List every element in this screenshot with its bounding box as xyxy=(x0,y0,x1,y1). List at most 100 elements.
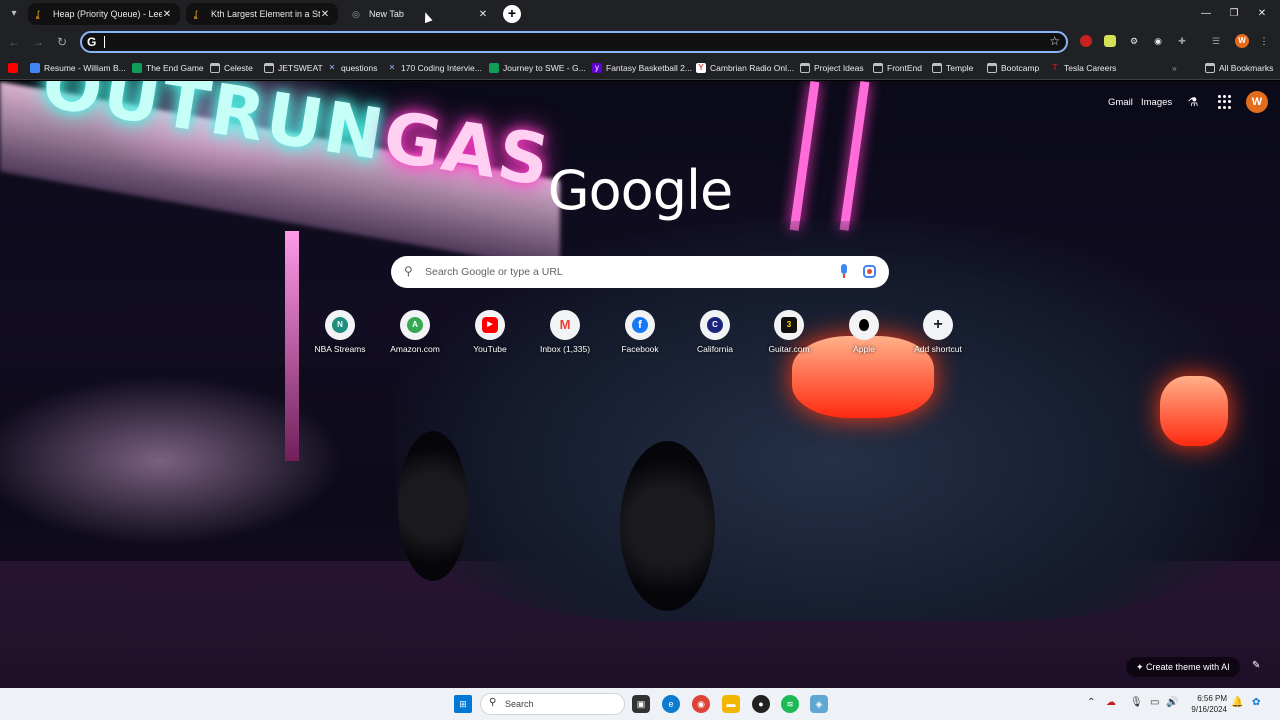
bookmark-questions[interactable]: ✕ questions xyxy=(327,61,378,75)
microphone-tray-icon[interactable]: 🎙 xyxy=(1130,697,1143,708)
network-alert-icon[interactable]: ☁ xyxy=(1106,697,1116,708)
task-view-icon[interactable]: ▣ xyxy=(632,695,650,713)
bookmark-temple[interactable]: Temple xyxy=(932,61,973,75)
shortcut-gmail-inbox[interactable]: M Inbox (1,335) xyxy=(527,310,603,370)
shortcut-label: Add shortcut xyxy=(914,344,962,354)
tesla-icon: T xyxy=(1052,63,1058,72)
google-search-box[interactable]: ⚲ xyxy=(391,256,889,288)
tab-search-chevron-icon[interactable]: ▾ xyxy=(5,5,23,23)
shortcut-nba-streams[interactable]: N NBA Streams xyxy=(302,310,378,370)
bookmark-the-end-game[interactable]: The End Game xyxy=(132,61,204,75)
show-hidden-icons-chevron-icon[interactable]: ⌃ xyxy=(1087,697,1095,708)
obs-icon[interactable]: ● xyxy=(752,695,770,713)
shortcut-amazon[interactable]: A Amazon.com xyxy=(377,310,453,370)
restore-button[interactable]: ❐ xyxy=(1226,6,1242,22)
volume-icon[interactable]: 🔊 xyxy=(1166,697,1178,708)
reading-list-icon[interactable]: ☰ xyxy=(1210,35,1222,47)
bookmark-star-icon[interactable]: ☆ xyxy=(1049,34,1060,48)
shortcut-guitar[interactable]: 3 Guitar.com xyxy=(751,310,827,370)
shortcut-add[interactable]: + Add shortcut xyxy=(900,310,976,370)
spotify-icon[interactable]: ≋ xyxy=(781,695,799,713)
profile-avatar-small[interactable]: W xyxy=(1235,34,1249,48)
shortcut-apple[interactable]: Apple xyxy=(826,310,902,370)
shortcut-label: California xyxy=(697,344,733,354)
bookmark-celeste[interactable]: Celeste xyxy=(210,61,253,75)
google-apps-grid-icon[interactable] xyxy=(1218,95,1232,109)
close-icon[interactable]: ✕ xyxy=(162,9,172,20)
create-theme-button[interactable]: ✦ Create theme with AI xyxy=(1126,657,1240,677)
all-bookmarks-label: All Bookmarks xyxy=(1219,63,1274,73)
close-icon[interactable]: ✕ xyxy=(478,9,488,20)
images-link[interactable]: Images xyxy=(1141,97,1172,108)
notification-bell-icon[interactable]: 🔔 xyxy=(1231,697,1243,708)
taskbar-search-box[interactable]: ⚲ Search xyxy=(480,693,625,715)
tab-strip: ▾ ʆ Heap (Priority Queue) - LeetCode ✕ ʆ… xyxy=(0,0,1280,28)
tab-heap-priority-queue[interactable]: ʆ Heap (Priority Queue) - LeetCode ✕ xyxy=(28,3,180,25)
edge-icon[interactable]: e xyxy=(662,695,680,713)
bookmark-fantasy-basketball[interactable]: y Fantasy Basketball 2... xyxy=(592,61,692,75)
google-lens-icon[interactable] xyxy=(863,265,876,278)
bookmark-tesla-careers[interactable]: T Tesla Careers xyxy=(1050,61,1117,75)
bookmark-resume[interactable]: Resume - William B... xyxy=(30,61,126,75)
address-bar[interactable]: G ☆ xyxy=(80,31,1068,53)
app-icon[interactable]: ◈ xyxy=(810,695,828,713)
tab-new-tab[interactable]: ◎ New Tab ✕ xyxy=(344,3,496,25)
bookmark-label: Temple xyxy=(946,63,974,73)
search-icon: ⚲ xyxy=(489,697,497,708)
system-clock[interactable]: 6:56 PM 9/16/2024 xyxy=(1181,693,1227,715)
menu-kebab-icon[interactable]: ⋮ xyxy=(1258,35,1270,47)
all-bookmarks[interactable]: All Bookmarks xyxy=(1205,61,1273,75)
close-icon[interactable]: ✕ xyxy=(320,9,330,20)
close-window-button[interactable]: ✕ xyxy=(1254,6,1270,22)
leetcode-icon: ʆ xyxy=(194,9,198,19)
create-theme-label: Create theme with AI xyxy=(1146,662,1230,672)
folder-icon xyxy=(932,63,942,73)
search-icon: ⚲ xyxy=(404,264,413,278)
new-tab-page: OUTRUNGAS Gmail Images ⚗ W Google ⚲ N NB… xyxy=(0,81,1280,688)
bookmark-project-ideas[interactable]: Project Ideas xyxy=(800,61,864,75)
microphone-icon[interactable] xyxy=(839,264,849,280)
bookmark-frontend[interactable]: FrontEnd xyxy=(873,61,922,75)
shortcut-youtube[interactable]: ▶ YouTube xyxy=(452,310,528,370)
extension-red-icon[interactable] xyxy=(1080,35,1092,47)
extension-circle-icon[interactable]: ◉ xyxy=(1152,35,1164,47)
gmail-link[interactable]: Gmail xyxy=(1108,97,1133,108)
search-input[interactable] xyxy=(425,262,825,282)
forward-arrow-icon[interactable]: → xyxy=(30,34,46,50)
extensions-puzzle-icon[interactable]: ✚ xyxy=(1176,35,1188,47)
file-explorer-icon[interactable]: ▬ xyxy=(722,695,740,713)
tab-kth-largest[interactable]: ʆ Kth Largest Element in a Stream ✕ xyxy=(186,3,338,25)
leetcode-x-icon: ✕ xyxy=(328,63,336,72)
sheets-icon xyxy=(132,63,142,73)
shortcut-california[interactable]: C California xyxy=(677,310,753,370)
bookmarks-overflow-chevron-icon[interactable]: » xyxy=(1172,61,1177,75)
reload-icon[interactable]: ↻ xyxy=(54,34,70,50)
windows-start-icon[interactable]: ⊞ xyxy=(454,695,472,713)
labs-flask-icon[interactable]: ⚗ xyxy=(1186,95,1200,109)
monitor-icon[interactable]: ▭ xyxy=(1150,697,1159,708)
chrome-taskbar-icon[interactable]: ◉ xyxy=(692,695,710,713)
minimize-button[interactable]: — xyxy=(1198,6,1214,22)
extension-yellow-icon[interactable] xyxy=(1104,35,1116,47)
shortcut-tile: f xyxy=(625,310,655,340)
account-avatar[interactable]: W xyxy=(1246,91,1268,113)
bookmark-170-coding[interactable]: ✕ 170 Coding Intervie... xyxy=(387,61,482,75)
folder-icon xyxy=(873,63,883,73)
bookmark-journey-to-swe[interactable]: Journey to SWE - G... xyxy=(489,61,586,75)
folder-icon xyxy=(800,63,810,73)
address-input[interactable] xyxy=(108,34,1008,50)
bookmark-cambrian-radio[interactable]: Y Cambrian Radio Onl... xyxy=(696,61,794,75)
back-arrow-icon[interactable]: ← xyxy=(6,34,22,50)
extension-gear-icon[interactable]: ⚙ xyxy=(1128,35,1140,47)
bookmark-youtube[interactable] xyxy=(8,61,22,75)
bookmark-jetsweat[interactable]: JETSWEAT xyxy=(264,61,323,75)
taskbar-search-label: Search xyxy=(505,699,534,709)
nba-streams-icon: N xyxy=(332,317,348,333)
shortcut-facebook[interactable]: f Facebook xyxy=(602,310,678,370)
bookmark-label: Bootcamp xyxy=(1001,63,1040,73)
customize-pencil-icon[interactable]: ✎ xyxy=(1252,660,1260,671)
bookmark-bootcamp[interactable]: Bootcamp xyxy=(987,61,1039,75)
copilot-icon[interactable]: ✿ xyxy=(1252,697,1260,708)
background-neon-bar xyxy=(839,81,870,231)
new-tab-button[interactable]: + xyxy=(503,5,521,23)
